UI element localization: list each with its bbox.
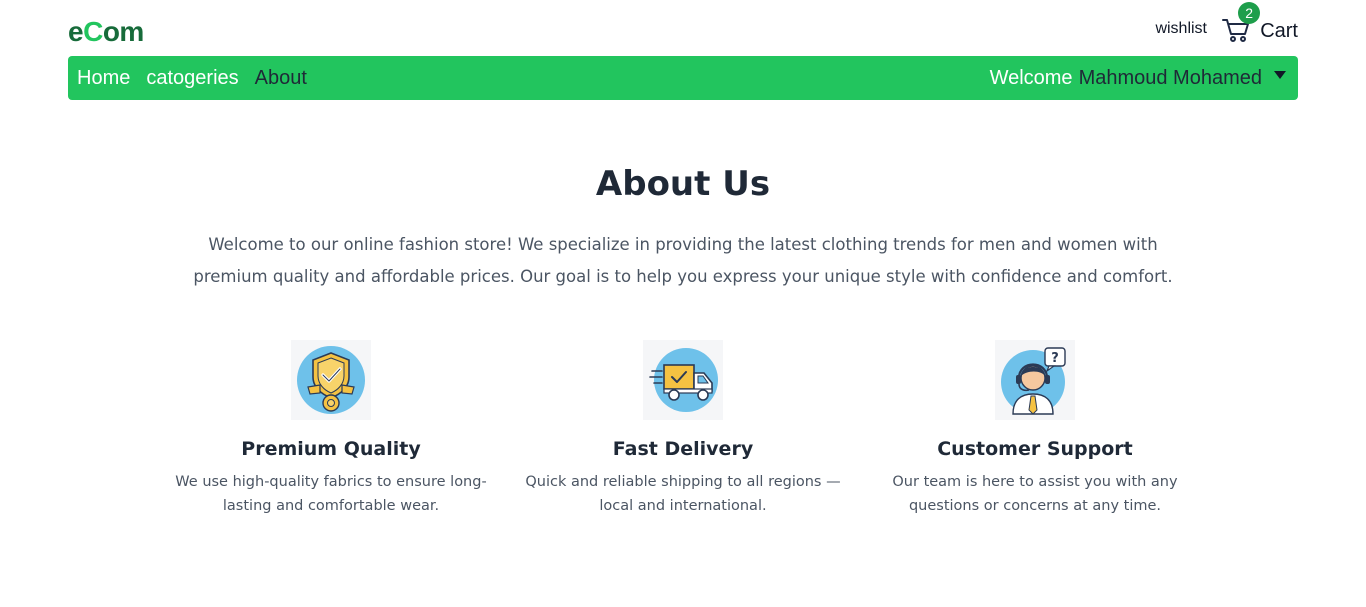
about-description: Welcome to our online fashion store! We …	[193, 235, 1173, 286]
feature-icon-box: ?	[995, 340, 1075, 420]
feature-text: We use high-quality fabrics to ensure lo…	[175, 474, 487, 514]
feature-icon-box	[643, 340, 723, 420]
feature-title: Premium Quality	[241, 438, 421, 460]
feature-title: Customer Support	[937, 438, 1133, 460]
feature-card-delivery: Fast Delivery Quick and reliable shippin…	[518, 340, 848, 518]
main-navbar: Home catogeries About Welcome Mahmoud Mo…	[68, 56, 1298, 100]
nav-links: Home catogeries About	[77, 56, 323, 100]
logo-suffix: om	[102, 16, 145, 47]
welcome-text: Welcome	[989, 66, 1073, 89]
caret-down-icon	[1274, 71, 1286, 79]
nav-about-link[interactable]: About	[255, 67, 307, 90]
user-name: Mahmoud Mohamed	[1078, 66, 1262, 89]
logo-accent: C	[83, 16, 103, 47]
top-bar: eCom wishlist 2 Cart	[68, 2, 1298, 54]
cart-label: Cart	[1260, 19, 1298, 42]
feature-text: Quick and reliable shipping to all regio…	[525, 474, 841, 514]
cart-icon-wrap: 2	[1222, 2, 1261, 46]
shield-check-badge-icon	[297, 346, 365, 414]
wishlist-link[interactable]: wishlist	[1155, 20, 1207, 38]
cart-button[interactable]: 2 Cart	[1222, 2, 1298, 46]
delivery-truck-icon	[649, 348, 718, 412]
svg-text:?: ?	[1051, 351, 1059, 366]
page-title: About Us	[595, 164, 771, 204]
feature-card-quality: Premium Quality We use high-quality fabr…	[166, 340, 496, 518]
feature-title: Fast Delivery	[612, 438, 754, 460]
feature-text: Our team is here to assist you with any …	[892, 474, 1178, 514]
feature-card-support: ? Customer Support Our team is here to a…	[870, 340, 1200, 518]
feature-icon-box	[291, 340, 371, 420]
nav-categories-link[interactable]: catogeries	[146, 67, 238, 90]
user-menu-dropdown[interactable]: Welcome Mahmoud Mohamed	[990, 56, 1286, 100]
customer-support-agent-icon: ?	[1001, 347, 1066, 415]
nav-home-link[interactable]: Home	[77, 67, 130, 90]
logo-prefix: e	[68, 16, 84, 47]
cart-count-badge: 2	[1238, 2, 1261, 24]
logo[interactable]: eCom	[68, 16, 144, 48]
